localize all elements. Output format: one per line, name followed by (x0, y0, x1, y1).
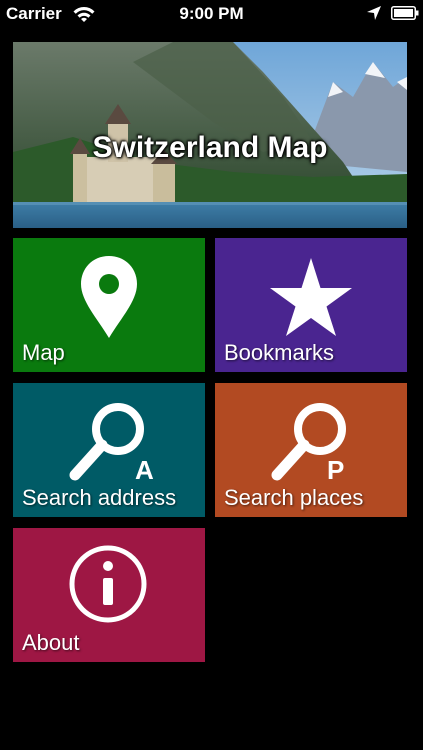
search-places-tile-label: Search places (224, 485, 364, 510)
search-places-tile-button[interactable]: P Search places (215, 383, 407, 517)
search-address-tile-label: Search address (22, 485, 177, 510)
bookmarks-tile-label: Bookmarks (224, 340, 335, 365)
search-address-icon-letter: A (135, 455, 154, 485)
location-arrow-icon (367, 6, 381, 20)
bookmarks-tile-button[interactable]: Bookmarks (215, 238, 407, 372)
about-tile-label: About (22, 630, 80, 655)
map-tile-button[interactable]: Map (13, 238, 205, 372)
battery-icon (391, 6, 419, 20)
status-time: 9:00 PM (179, 4, 244, 23)
app-title: Switzerland Map (92, 131, 328, 164)
search-places-icon-letter: P (327, 455, 344, 485)
search-address-tile-button[interactable]: A Search address (13, 383, 205, 517)
map-tile-label: Map (22, 340, 65, 365)
header-banner: Switzerland Map (13, 42, 407, 228)
status-bar: Carrier 9:00 PM (0, 0, 423, 28)
about-tile-button[interactable]: About (13, 528, 205, 662)
